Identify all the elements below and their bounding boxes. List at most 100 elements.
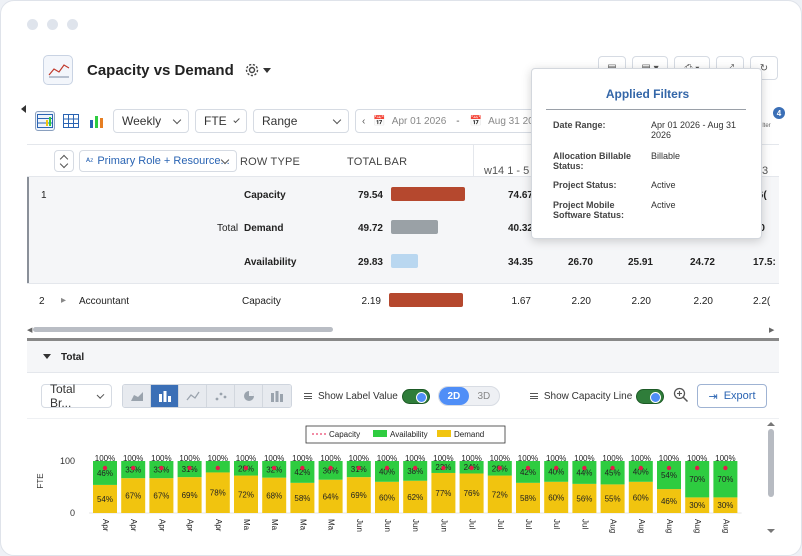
availability-data-label: 46%: [97, 469, 113, 478]
metric-select[interactable]: Total Br...: [41, 382, 112, 410]
mode-2d-button[interactable]: 2D: [438, 387, 469, 405]
x-tick-label: Jul: [496, 519, 505, 529]
chevron-left-icon[interactable]: ‹: [362, 116, 365, 127]
demand-data-label: 64%: [323, 492, 339, 501]
chevron-down-icon: [233, 116, 240, 123]
column-header-week[interactable]: 3: [762, 165, 768, 177]
column-header-week[interactable]: w14 1 - 5: [484, 165, 529, 177]
capacity-data-label: 100%: [179, 454, 199, 463]
bar-chart-button[interactable]: [151, 385, 179, 407]
toggle-switch[interactable]: [636, 388, 665, 404]
sort-button[interactable]: [54, 150, 74, 172]
grid-toolbar: Weekly FTE Range ‹ 📅 Apr 01 2026 - 📅 Aug…: [35, 109, 552, 133]
date-range-picker[interactable]: ‹ 📅 Apr 01 2026 - 📅 Aug 31 2026: [355, 109, 552, 133]
group-by-select[interactable]: ᴬᶻ Primary Role + Resource...: [79, 150, 237, 172]
capacity-point: [272, 465, 277, 471]
column-header-bar[interactable]: BAR: [384, 156, 407, 168]
stacked-chart-button[interactable]: [263, 385, 291, 407]
grid-chart-view-icon[interactable]: [35, 111, 55, 131]
demand-data-label: 60%: [633, 493, 649, 502]
demand-data-label: 69%: [351, 491, 367, 500]
show-capacity-line-toggle[interactable]: Show Capacity Line: [529, 388, 665, 404]
week-value: 34.35: [507, 257, 533, 268]
pie-chart-button[interactable]: [235, 385, 263, 407]
scroll-right-arrow[interactable]: ▶: [769, 326, 774, 334]
period-select[interactable]: Weekly: [113, 109, 189, 133]
scroll-down-arrow[interactable]: [767, 529, 775, 533]
capacity-point: [215, 465, 220, 471]
capacity-point: [384, 465, 390, 471]
chevron-down-icon[interactable]: [262, 67, 271, 73]
dimension-toggle[interactable]: 2D 3D: [437, 386, 500, 406]
table-row[interactable]: 2 ▸ Accountant Capacity 2.19 1.67 2.20 2…: [27, 283, 779, 317]
mode-3d-button[interactable]: 3D: [469, 387, 499, 405]
total-bar: [391, 187, 465, 201]
export-button[interactable]: ⇥ Export: [697, 384, 767, 408]
window-dot[interactable]: [27, 19, 38, 30]
chevron-down-icon: [172, 115, 182, 124]
gear-icon[interactable]: [244, 62, 260, 78]
x-tick-label: Jun: [355, 519, 364, 532]
chart-view-icon[interactable]: [87, 111, 107, 131]
demand-data-label: 60%: [379, 493, 395, 502]
x-tick-label: Ma: [242, 519, 251, 531]
collapse-panel-icon[interactable]: [21, 105, 26, 113]
availability-data-label: 70%: [689, 475, 705, 484]
unit-select[interactable]: FTE: [195, 109, 247, 133]
capacity-point: [131, 465, 136, 471]
show-label-value-label: Show Label Value: [318, 390, 398, 402]
capacity-point: [695, 465, 700, 471]
filter-value: Apr 01 2026 - Aug 31 2026: [651, 120, 737, 140]
chart-section-header[interactable]: Total: [27, 341, 779, 373]
column-header-row-type[interactable]: ROW TYPE: [240, 156, 300, 168]
x-tick-label: Jun: [383, 519, 392, 532]
demand-data-label: 56%: [576, 494, 592, 503]
x-tick-label: Jun: [439, 519, 448, 532]
table-view-icon[interactable]: [61, 111, 81, 131]
x-tick-label: Apr: [129, 519, 138, 532]
legend-swatch-demand: [437, 430, 451, 437]
window-dot[interactable]: [47, 19, 58, 30]
scroll-left-arrow[interactable]: ◀: [27, 326, 32, 334]
range-select[interactable]: Range: [253, 109, 349, 133]
filter-button-label[interactable]: ilter: [761, 123, 771, 129]
demand-data-label: 46%: [661, 497, 677, 506]
zoom-in-icon[interactable]: [673, 387, 689, 403]
x-tick-label: Jul: [468, 519, 477, 529]
show-label-value-toggle[interactable]: Show Label Value: [304, 388, 430, 404]
week-value: 2.20: [571, 296, 591, 307]
row-number: 1: [41, 190, 47, 201]
filter-value: Active: [651, 200, 676, 210]
vertical-scrollbar[interactable]: [768, 429, 774, 497]
popup-title: Applied Filters: [605, 87, 690, 101]
legend-label: Availability: [390, 430, 428, 439]
row-group-label: Accountant: [79, 296, 130, 307]
x-tick-label: Ma: [298, 519, 307, 531]
column-header-total[interactable]: TOTAL: [347, 156, 382, 168]
capacity-point: [243, 465, 249, 471]
demand-data-label: 76%: [464, 489, 480, 498]
demand-data-label: 30%: [689, 501, 705, 510]
x-tick-label: Jul: [524, 519, 533, 529]
demand-data-label: 67%: [153, 492, 169, 501]
date-from[interactable]: Apr 01 2026: [392, 116, 447, 127]
scroll-up-arrow[interactable]: [767, 422, 775, 426]
chevron-down-icon[interactable]: [43, 354, 51, 359]
scatter-chart-button[interactable]: [207, 385, 235, 407]
x-tick-label: Aug: [637, 519, 646, 533]
total-bar: [391, 254, 418, 268]
window-dot[interactable]: [67, 19, 78, 30]
section-title: Total: [61, 352, 85, 363]
week-value: 2.2(: [753, 296, 771, 307]
capacity-point: [638, 465, 643, 471]
toggle-switch[interactable]: [401, 388, 430, 404]
horizontal-scrollbar[interactable]: [33, 327, 333, 332]
demand-data-label: 30%: [717, 501, 733, 510]
filter-count-badge[interactable]: 4: [773, 107, 785, 119]
capacity-point: [159, 465, 164, 471]
capacity-point: [187, 465, 192, 471]
expand-row-icon[interactable]: ▸: [61, 295, 66, 306]
line-chart-button[interactable]: [179, 385, 207, 407]
x-tick-label: Aug: [609, 519, 618, 533]
area-chart-button[interactable]: [123, 385, 151, 407]
